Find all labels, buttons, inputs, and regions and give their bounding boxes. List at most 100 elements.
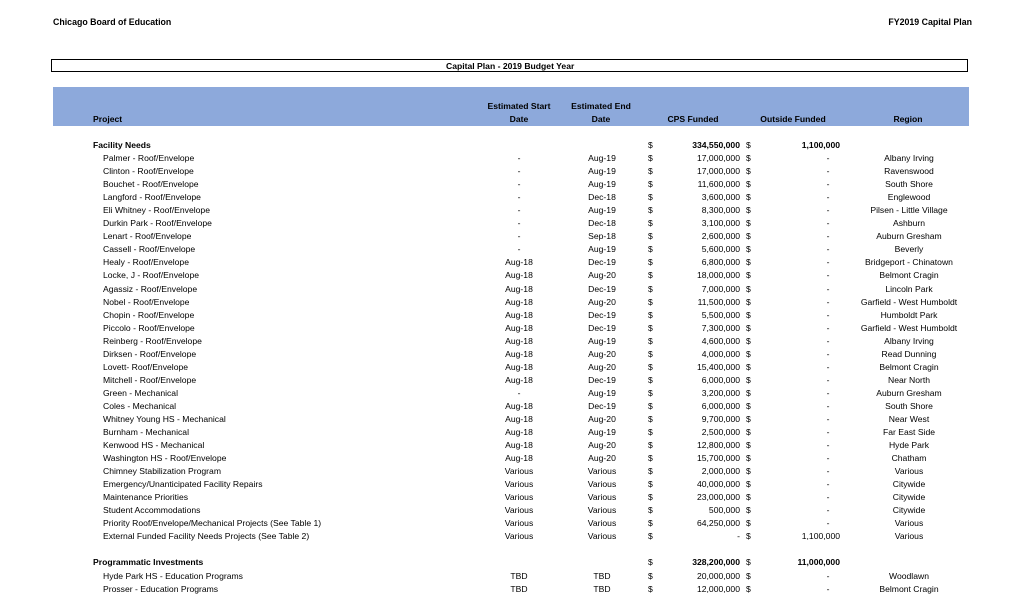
region: Various (894, 466, 924, 477)
outside-funded: - (826, 492, 830, 503)
start-date: Aug-18 (505, 335, 533, 346)
table-row: Bouchet - Roof/Envelope - Aug-19 $11,600,00… (0, 178, 1028, 191)
outside-funded: - (826, 322, 830, 333)
currency-symbol: $ (746, 374, 751, 385)
end-date: Aug-20 (588, 348, 616, 359)
currency-symbol: $ (746, 179, 751, 190)
cps-funded: 7,300,000 (701, 322, 740, 333)
outside-funded: - (826, 387, 830, 398)
currency-symbol: $ (648, 479, 653, 490)
project-name: Clinton - Roof/Envelope (103, 166, 194, 177)
currency-symbol: $ (648, 570, 653, 581)
table-row: Palmer - Roof/Envelope - Aug-19 $17,000,000… (0, 152, 1028, 165)
cps-funded: 5,600,000 (701, 244, 740, 255)
end-date: Aug-19 (588, 153, 616, 164)
start-date: Aug-18 (505, 270, 533, 281)
table-row: Eli Whitney - Roof/Envelope - Aug-19 $8,300… (0, 204, 1028, 217)
table-title: Capital Plan - 2019 Budget Year (446, 61, 575, 71)
project-name: Maintenance Priorities (103, 492, 189, 503)
cps-funded: 4,000,000 (701, 348, 740, 359)
currency-symbol: $ (746, 466, 751, 477)
project-name: Locke, J - Roof/Envelope (103, 270, 200, 281)
cps-funded: 17,000,000 (696, 153, 740, 164)
end-date: Aug-20 (588, 361, 616, 372)
start-date: Aug-18 (505, 374, 533, 385)
currency-symbol: $ (746, 335, 751, 346)
outside-funded: - (826, 270, 830, 281)
currency-symbol: $ (746, 309, 751, 320)
currency-symbol: $ (746, 413, 751, 424)
currency-symbol: $ (746, 257, 751, 268)
section-name: Programmatic Investments (93, 557, 204, 568)
start-date: Various (504, 492, 534, 503)
region: Citywide (892, 492, 926, 503)
currency-symbol: $ (648, 466, 653, 477)
start-date: Various (504, 505, 534, 516)
currency-symbol: $ (648, 179, 653, 190)
cps-funded: 20,000,000 (696, 570, 740, 581)
project-name: Whitney Young HS - Mechanical (103, 413, 226, 424)
region: Citywide (892, 505, 926, 516)
table-row: Agassiz - Roof/Envelope Aug-18 Dec-19 $7,00… (0, 283, 1028, 296)
region: Far East Side (882, 427, 936, 438)
outside-funded: - (826, 244, 830, 255)
start-date: - (517, 153, 521, 164)
currency-symbol: $ (746, 153, 751, 164)
end-date: Various (587, 492, 617, 503)
table-row: Washington HS - Roof/Envelope Aug-18 Aug-2… (0, 452, 1028, 465)
cps-funded: 12,000,000 (696, 583, 740, 594)
outside-funded: - (826, 166, 830, 177)
project-name: Eli Whitney - Roof/Envelope (103, 205, 210, 216)
currency-symbol: $ (746, 427, 751, 438)
start-date: Aug-18 (505, 309, 533, 320)
currency-symbol: $ (648, 387, 653, 398)
currency-symbol: $ (648, 153, 653, 164)
start-date: Various (504, 466, 534, 477)
currency-symbol: $ (746, 570, 751, 581)
table-row: Cassell - Roof/Envelope - Aug-19 $5,600,000… (0, 243, 1028, 256)
project-name: External Funded Facility Needs Projects … (103, 531, 310, 542)
currency-symbol: $ (746, 387, 751, 398)
project-name: Chimney Stabilization Program (103, 466, 221, 477)
start-date: Aug-18 (505, 283, 533, 294)
outside-funded: - (826, 296, 830, 307)
currency-symbol: $ (746, 400, 751, 411)
table-row: Kenwood HS - Mechanical Aug-18 Aug-20 $12,8… (0, 439, 1028, 452)
currency-symbol: $ (746, 492, 751, 503)
end-date: Aug-19 (588, 166, 616, 177)
table-body: Facility Needs $334,550,000 $1,100,000 Palm… (0, 139, 1028, 596)
end-date: Dec-19 (588, 322, 616, 333)
table-row: Chimney Stabilization Program Various Vari… (0, 465, 1028, 478)
cps-funded: - (737, 531, 740, 542)
currency-symbol: $ (746, 283, 751, 294)
project-name: Lovett- Roof/Envelope (103, 361, 189, 372)
region: Lincoln Park (885, 283, 933, 294)
cps-funded: 2,000,000 (701, 466, 740, 477)
region: Pilsen - Little Village (870, 205, 948, 216)
end-date: Aug-19 (588, 427, 616, 438)
currency-symbol: $ (746, 140, 751, 150)
region: Various (894, 518, 924, 529)
end-date: Sep-18 (588, 231, 616, 242)
start-date: Various (504, 479, 534, 490)
start-date: Aug-18 (505, 453, 533, 464)
project-name: Student Accommodations (103, 505, 201, 516)
cps-funded: 40,000,000 (696, 479, 740, 490)
region: Beverly (894, 244, 924, 255)
project-name: Cassell - Roof/Envelope (103, 244, 196, 255)
region: Belmont Cragin (879, 583, 939, 594)
outside-funded: - (826, 440, 830, 451)
currency-symbol: $ (648, 322, 653, 333)
table-row: Healy - Roof/Envelope Aug-18 Dec-19 $6,800,… (0, 256, 1028, 269)
cps-funded: 9,700,000 (701, 413, 740, 424)
outside-funded: 1,100,000 (801, 531, 840, 542)
cps-funded: 15,400,000 (696, 361, 740, 372)
currency-symbol: $ (746, 479, 751, 490)
currency-symbol: $ (746, 322, 751, 333)
start-date: Aug-18 (505, 427, 533, 438)
region: Woodlawn (889, 570, 929, 581)
outside-funded: - (826, 505, 830, 516)
currency-symbol: $ (648, 427, 653, 438)
section-outside-total: 1,100,000 (801, 140, 840, 150)
